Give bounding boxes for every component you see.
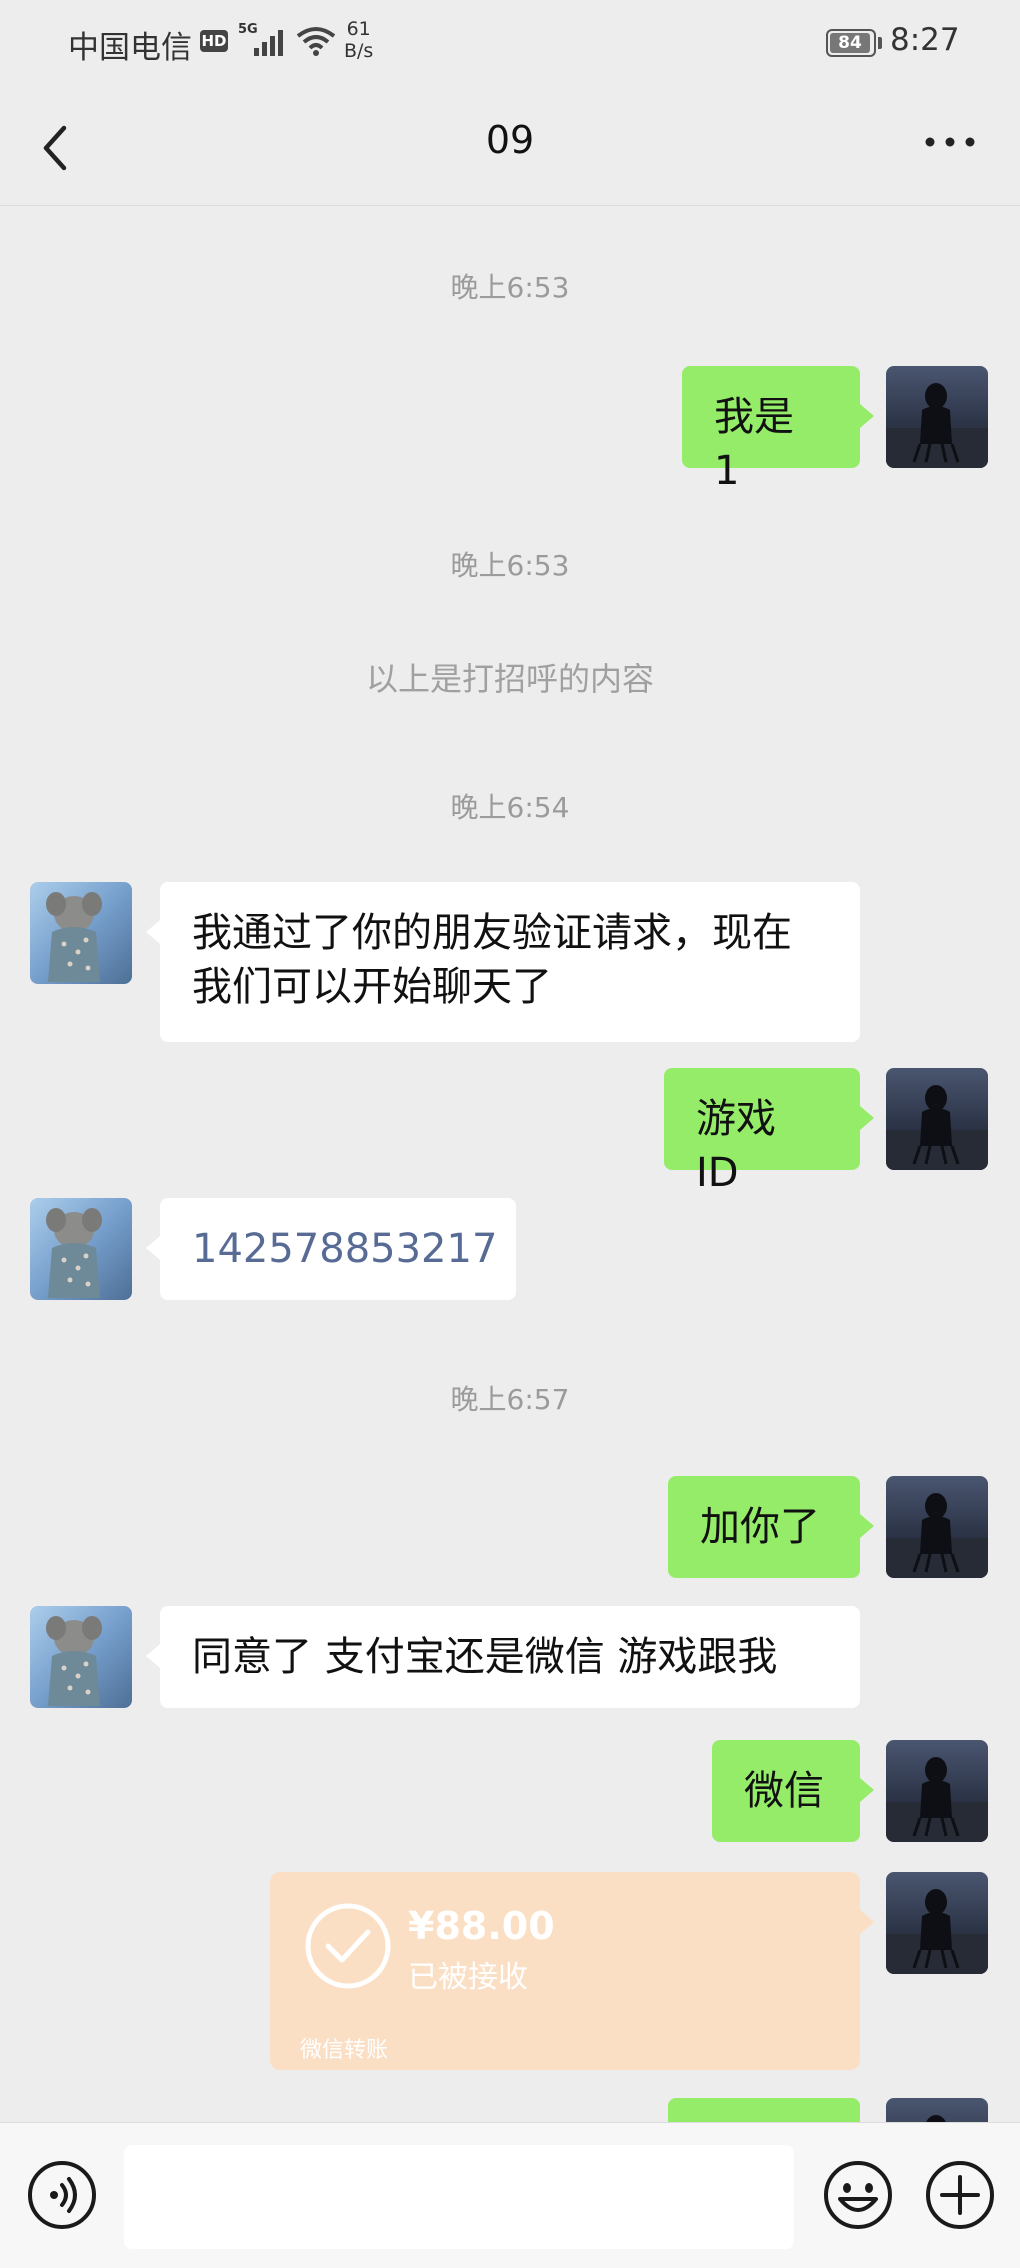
sent-message[interactable]: 我是 1: [682, 366, 874, 494]
plus-icon[interactable]: [924, 2159, 996, 2235]
input-bar: [0, 2122, 1020, 2268]
chat-header: 09: [0, 90, 1020, 206]
battery-level: 84: [830, 33, 870, 53]
self-avatar[interactable]: [886, 1068, 988, 1170]
speed-unit: B/s: [344, 40, 374, 62]
self-avatar[interactable]: [886, 1872, 988, 1974]
status-bar: 中国电信 HD 5G 61 B/s 84 8:27: [0, 0, 1020, 90]
transfer-card[interactable]: ¥88.00 已被接收 微信转账: [270, 1872, 874, 2070]
speed-value: 61: [346, 18, 371, 40]
battery-icon: 84: [826, 29, 876, 57]
id-number-link[interactable]: 142578853217: [192, 1226, 497, 1272]
hd-badge: HD: [200, 30, 228, 52]
carrier-name: 中国电信: [68, 30, 192, 66]
network-speed: 61 B/s: [344, 18, 373, 62]
message-timestamp: 晚上6:57: [450, 1383, 570, 1416]
self-avatar[interactable]: [886, 1740, 988, 1842]
contact-avatar[interactable]: [30, 1606, 132, 1708]
emoji-icon[interactable]: [822, 2159, 894, 2235]
status-time: 8:27: [890, 22, 960, 58]
sent-message[interactable]: 加你了: [668, 1476, 874, 1578]
signal-icon: [254, 26, 290, 60]
message-timestamp: 晚上6:53: [450, 549, 570, 582]
wifi-icon: [296, 26, 336, 60]
contact-avatar[interactable]: [30, 1198, 132, 1300]
message-timestamp: 晚上6:54: [450, 791, 570, 824]
contact-avatar[interactable]: [30, 882, 132, 984]
voice-icon[interactable]: [26, 2159, 98, 2235]
self-avatar[interactable]: [886, 1476, 988, 1578]
self-avatar[interactable]: [886, 2098, 988, 2122]
chat-title: 09: [485, 118, 535, 162]
self-avatar[interactable]: [886, 366, 988, 468]
received-message[interactable]: 同意了 支付宝还是微信 游戏跟我: [146, 1606, 860, 1708]
more-dots-icon[interactable]: [922, 132, 978, 156]
received-message[interactable]: 142578853217: [146, 1198, 516, 1300]
check-circle-icon: [304, 1902, 392, 1994]
transfer-amount: ¥88.00: [408, 1904, 555, 1948]
message-input[interactable]: [124, 2145, 794, 2249]
transfer-status: 已被接收: [408, 1960, 528, 1995]
sent-message-partial[interactable]: [668, 2098, 860, 2122]
message-list[interactable]: 晚上6:53 我是 1 晚上6:53 以上是打招呼的内容 晚上6:54 我通过了…: [0, 206, 1020, 2122]
message-timestamp: 晚上6:53: [450, 271, 570, 304]
sent-message[interactable]: 微信: [712, 1740, 874, 1842]
transfer-label: 微信转账: [300, 2038, 389, 2063]
sent-message[interactable]: 游戏 ID: [664, 1068, 874, 1196]
received-message[interactable]: 我通过了你的朋友验证请求，现在我们可以开始聊天了: [146, 882, 860, 1042]
system-notice: 以上是打招呼的内容: [365, 660, 654, 698]
battery-tip: [878, 37, 882, 49]
